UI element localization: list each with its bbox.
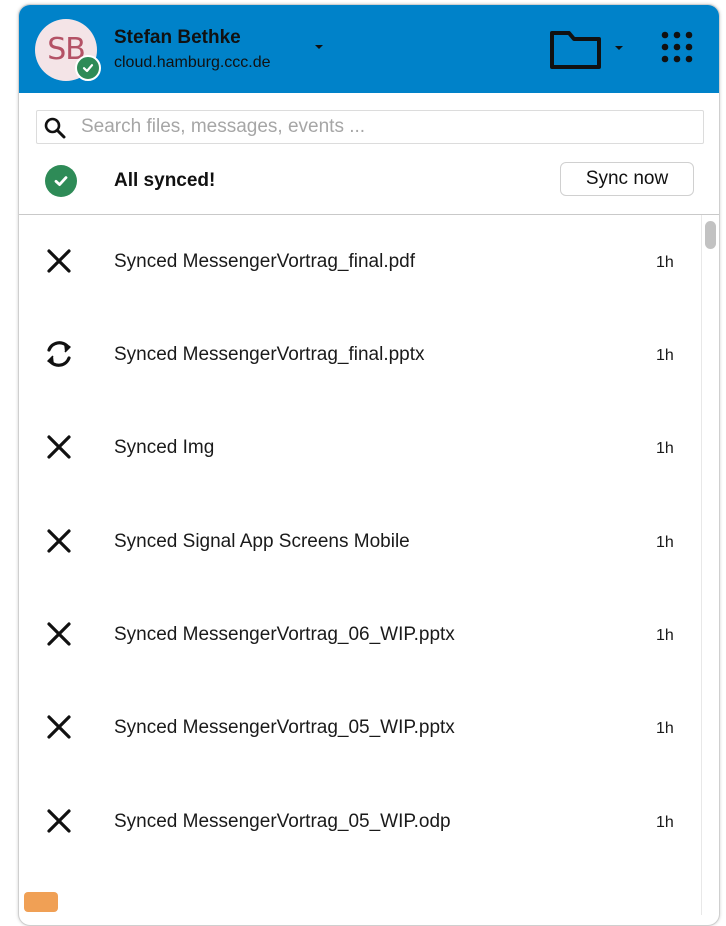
chevron-down-icon[interactable] [615, 46, 623, 50]
activity-text: Synced MessengerVortrag_05_WIP.odp [114, 811, 451, 832]
activity-item[interactable]: Synced MessengerVortrag_05_WIP.pptx 1h [19, 681, 719, 774]
search-box[interactable] [36, 110, 704, 144]
activity-time: 1h [656, 254, 674, 271]
account-name[interactable]: Stefan Bethke [114, 27, 241, 49]
activity-item[interactable]: Synced MessengerVortrag_final.pptx 1h [19, 308, 719, 401]
activity-item[interactable]: Synced Signal App Screens Mobile 1h [19, 495, 719, 588]
apps-menu-button[interactable] [659, 29, 695, 65]
activity-item[interactable]: Synced MessengerVortrag_final.pdf 1h [19, 215, 719, 308]
sync-now-button[interactable]: Sync now [560, 162, 694, 196]
activity-time: 1h [656, 720, 674, 737]
check-circle-icon [45, 165, 77, 197]
open-local-folder-button[interactable] [549, 27, 635, 73]
scrollbar[interactable] [701, 215, 719, 915]
activity-text: Synced MessengerVortrag_final.pdf [114, 251, 416, 272]
close-icon[interactable] [39, 801, 79, 841]
sync-status-text: All synced! [114, 170, 216, 191]
file-type-icon [24, 892, 58, 912]
activity-time: 1h [656, 347, 674, 364]
check-circle-icon [75, 55, 101, 81]
account-header: SB Stefan Bethke cloud.hamburg.ccc.de [19, 5, 719, 93]
close-icon[interactable] [39, 707, 79, 747]
close-icon[interactable] [39, 614, 79, 654]
activity-time: 1h [656, 814, 674, 831]
folder-icon [550, 31, 601, 69]
close-icon[interactable] [39, 241, 79, 281]
chevron-down-icon[interactable] [315, 45, 323, 49]
sync-status: All synced! Sync now [19, 153, 719, 213]
activity-item[interactable]: Synced MessengerVortrag_05_WIP.odp 1h [19, 775, 719, 868]
activity-item[interactable]: Synced MessengerVortrag_06_WIP.pptx 1h [19, 588, 719, 681]
activity-text: Synced Signal App Screens Mobile [114, 531, 410, 552]
sync-icon [39, 334, 79, 374]
activity-list: Synced MessengerVortrag_final.pdf 1h Syn… [19, 215, 719, 915]
search-input[interactable] [81, 111, 691, 143]
avatar[interactable]: SB [35, 19, 101, 81]
close-icon[interactable] [39, 427, 79, 467]
account-server[interactable]: cloud.hamburg.ccc.de [114, 54, 271, 72]
sync-client-window: SB Stefan Bethke cloud.hamburg.ccc.de Se… [18, 4, 720, 926]
scrollbar-thumb[interactable] [705, 221, 716, 249]
activity-text: Synced Img [114, 437, 215, 458]
activity-text: Synced MessengerVortrag_final.pptx [114, 344, 425, 365]
activity-item[interactable]: Synced Img 1h [19, 401, 719, 494]
activity-time: 1h [656, 627, 674, 644]
close-icon[interactable] [39, 521, 79, 561]
activity-time: 1h [656, 534, 674, 551]
search-icon [44, 117, 66, 139]
activity-time: 1h [656, 440, 674, 457]
activity-text: Synced MessengerVortrag_05_WIP.pptx [114, 717, 455, 738]
apps-grid-icon [661, 31, 693, 63]
activity-text: Synced MessengerVortrag_06_WIP.pptx [114, 624, 455, 645]
